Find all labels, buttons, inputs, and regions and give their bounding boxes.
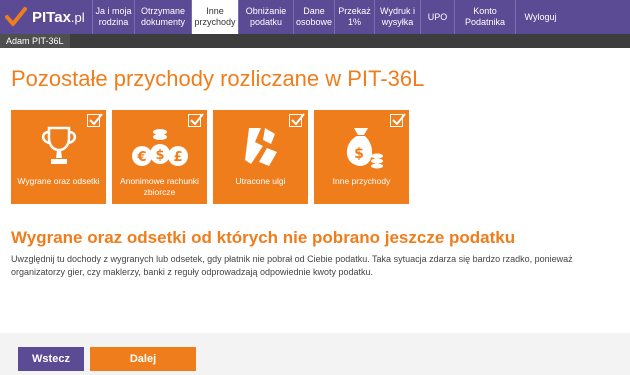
next-button[interactable]: Dalej	[90, 347, 196, 371]
tile-inne-przychody[interactable]: $ Inne przychody	[314, 110, 409, 204]
svg-text:€: €	[136, 150, 146, 165]
tile-anonimowe-rachunki-zbiorcze[interactable]: € $ £ Anonimowe rachunki zbiorcze	[112, 110, 207, 204]
logo-text: PITax.pl	[32, 8, 85, 26]
nav-inne-przychody[interactable]: Inne przychody	[191, 0, 238, 34]
coins-icon: € $ £	[130, 124, 190, 177]
svg-text:$: $	[354, 146, 364, 162]
broken-document-icon	[241, 124, 281, 173]
tile-wygrane-oraz-odsetki[interactable]: Wygrane oraz odsetki	[11, 110, 106, 204]
nav-wydruk-i-wysylka[interactable]: Wydruk i wysyłka	[374, 0, 420, 34]
back-button[interactable]: Wstecz	[18, 347, 84, 371]
nav-otrzymane-dokumenty[interactable]: Otrzymane dokumenty	[134, 0, 191, 34]
tile-label: Wygrane oraz odsetki	[17, 176, 100, 186]
tile-label: Anonimowe rachunki zbiorcze	[120, 176, 199, 197]
page-title: Pozostałe przychody rozliczane w PIT-36L	[11, 66, 425, 91]
section-description: Uwzględnij tu dochody z wygranych lub od…	[11, 254, 573, 277]
nav-wyloguj[interactable]: Wyloguj	[515, 0, 565, 34]
nav-ja-i-moja-rodzina[interactable]: Ja i moja rodzina	[92, 0, 134, 34]
user-tab[interactable]: Adam PIT-36L	[0, 34, 70, 48]
main-nav: Ja i moja rodzina Otrzymane dokumenty Inne…	[92, 0, 630, 34]
tile-utracone-ulgi[interactable]: Utracone ulgi	[213, 110, 308, 204]
svg-text:$: $	[155, 148, 164, 163]
section-title: Wygrane oraz odsetki od których nie pobr…	[11, 228, 516, 247]
svg-text:£: £	[173, 150, 182, 165]
tile-grid: Wygrane oraz odsetki € $ £ Anonimowe rac…	[11, 110, 409, 204]
checkbox-icon[interactable]	[390, 113, 406, 127]
logo[interactable]: PITax.pl	[0, 0, 92, 34]
logo-check-icon	[4, 5, 28, 29]
main-content: Pozostałe przychody rozliczane w PIT-36L…	[0, 48, 630, 333]
tile-label: Inne przychody	[332, 176, 391, 186]
nav-dane-osobowe[interactable]: Dane osobowe	[293, 0, 334, 34]
user-bar: Adam PIT-36L	[0, 34, 630, 48]
checkbox-icon[interactable]	[289, 113, 305, 127]
footer: Wstecz Dalej	[0, 333, 630, 375]
money-bag-icon: $	[338, 124, 386, 175]
checkbox-icon[interactable]	[87, 113, 103, 127]
tile-label: Utracone ulgi	[235, 176, 286, 186]
nav-przekaz-1[interactable]: Przekaż 1%	[334, 0, 374, 34]
checkbox-icon[interactable]	[188, 113, 204, 127]
top-navigation-bar: PITax.pl Ja i moja rodzina Otrzymane doku…	[0, 0, 630, 34]
trophy-icon	[37, 124, 81, 173]
nav-konto-podatnika[interactable]: Konto Podatnika	[454, 0, 515, 34]
nav-obnizanie-podatku[interactable]: Obniżanie podatku	[238, 0, 293, 34]
nav-upo[interactable]: UPO	[420, 0, 454, 34]
